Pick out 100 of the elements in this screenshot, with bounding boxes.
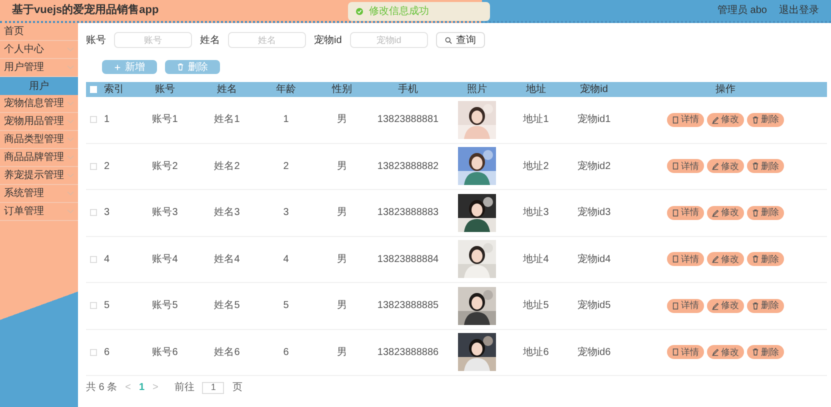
- table-cell-text: 姓名3: [213, 206, 241, 220]
- sidebar-item[interactable]: 订单管理: [0, 203, 78, 221]
- edit-button[interactable]: 修改: [707, 159, 744, 174]
- table-cell-text: 1: [282, 113, 290, 128]
- sidebar-item[interactable]: 商品类型管理: [0, 131, 78, 149]
- edit-button[interactable]: 修改: [707, 252, 744, 266]
- sidebar-item[interactable]: 商品品牌管理: [0, 149, 78, 167]
- edit-button[interactable]: 修改: [707, 345, 744, 360]
- plus-icon: [114, 64, 121, 70]
- table-cell-text: 账号3: [151, 206, 179, 220]
- pencil-icon: [712, 116, 719, 124]
- detail-button[interactable]: 详情: [667, 112, 704, 127]
- row-checkbox[interactable]: [90, 348, 97, 356]
- table-cell-text: 2: [104, 160, 111, 174]
- pencil-icon: [712, 348, 719, 356]
- delete-button[interactable]: 删除: [747, 298, 784, 313]
- table-cell-text: 地址3: [522, 206, 550, 220]
- table-cell-text: 男: [336, 299, 348, 314]
- delete-button[interactable]: 删除: [747, 159, 784, 174]
- table-cell-text: 账号1: [151, 112, 179, 128]
- table-cell-text: 宠物id3: [576, 206, 612, 220]
- select-all-checkbox[interactable]: [90, 86, 97, 93]
- table-cell-text: 姓名6: [213, 346, 241, 360]
- trash-icon: [752, 116, 759, 124]
- field-label: 宠物id: [314, 34, 342, 48]
- app-title: 基于vuejs的爱宠用品销售app: [12, 2, 159, 18]
- row-checkbox[interactable]: [90, 302, 97, 310]
- sidebar-subitem[interactable]: 用户: [0, 77, 78, 95]
- page-input[interactable]: 1: [202, 382, 224, 394]
- chevron-down-icon: [67, 137, 74, 142]
- delete-button[interactable]: 删除: [747, 112, 784, 127]
- goto-label: 前往: [174, 380, 194, 395]
- table-cell-text: 13823888884: [376, 252, 440, 267]
- field-label: 姓名: [200, 34, 220, 48]
- table-cell-text: 地址4: [522, 252, 550, 267]
- table-cell-text: 3: [104, 206, 111, 220]
- logout-link[interactable]: 退出登录: [779, 3, 819, 18]
- trash-icon: [752, 348, 759, 356]
- column-header: 性别: [330, 82, 353, 97]
- detail-button[interactable]: 详情: [667, 252, 704, 266]
- table-cell-text: 13823888885: [376, 299, 440, 314]
- delete-button[interactable]: 删除: [747, 252, 784, 266]
- table-cell-text: 账号6: [151, 346, 179, 360]
- table-cell-text: 5: [104, 299, 111, 314]
- chevron-down-icon: [67, 191, 74, 196]
- row-checkbox[interactable]: [90, 162, 97, 170]
- detail-button[interactable]: 详情: [667, 159, 704, 174]
- table-cell-text: 姓名4: [213, 252, 241, 267]
- row-checkbox[interactable]: [90, 256, 97, 263]
- table-cell-text: 4: [282, 252, 290, 267]
- edit-button[interactable]: 修改: [707, 298, 744, 313]
- sidebar-item[interactable]: 宠物用品管理: [0, 113, 78, 131]
- total-count: 共 6 条: [86, 380, 118, 395]
- detail-button[interactable]: 详情: [667, 206, 704, 220]
- search-field[interactable]: 宠物id: [350, 32, 428, 48]
- column-header: 索引: [104, 82, 125, 97]
- toast-message: 修改信息成功: [369, 4, 429, 19]
- table-cell-text: 男: [336, 346, 348, 360]
- document-icon: [672, 162, 679, 170]
- field-label: 账号: [86, 34, 106, 48]
- sidebar-item[interactable]: 系统管理: [0, 185, 78, 203]
- table-cell-text: 4: [104, 252, 111, 267]
- delete-button[interactable]: 删除: [747, 206, 784, 220]
- table-cell-text: 2: [282, 160, 290, 174]
- search-icon: [444, 36, 452, 44]
- chevron-down-icon: [67, 173, 74, 178]
- edit-button[interactable]: 修改: [707, 206, 744, 220]
- search-button[interactable]: 查询: [436, 32, 485, 48]
- table-cell-text: 姓名5: [213, 299, 241, 314]
- page-suffix: 页: [232, 381, 242, 395]
- sidebar-item[interactable]: 养宠提示管理: [0, 167, 78, 185]
- table-cell-text: 3: [282, 206, 290, 220]
- detail-button[interactable]: 详情: [667, 345, 704, 360]
- table-cell-text: 5: [282, 299, 290, 314]
- table-cell-text: 宠物id2: [576, 160, 612, 174]
- column-header: 年龄: [275, 82, 297, 97]
- page-number[interactable]: 1: [138, 380, 145, 395]
- delete-button[interactable]: 删除: [747, 345, 784, 360]
- chevron-down-icon: [67, 101, 74, 106]
- pencil-icon: [712, 302, 719, 310]
- table-cell-text: 6: [104, 346, 111, 360]
- check-circle-icon: [356, 8, 363, 15]
- row-checkbox[interactable]: [90, 209, 97, 216]
- column-header: 姓名: [216, 83, 238, 97]
- search-field[interactable]: 账号: [114, 32, 192, 48]
- sidebar-item[interactable]: 个人中心: [0, 41, 78, 59]
- sidebar-item[interactable]: 首页: [0, 23, 78, 41]
- table-cell-text: 13823888886: [376, 346, 440, 360]
- row-checkbox[interactable]: [90, 116, 97, 124]
- sidebar-item[interactable]: 用户管理: [0, 59, 78, 77]
- column-header: 照片: [466, 82, 488, 97]
- table-cell-text: 男: [336, 252, 348, 267]
- column-header: 宠物id: [579, 82, 609, 97]
- edit-button[interactable]: 修改: [707, 112, 744, 127]
- table-cell-text: 宠物id1: [576, 112, 612, 128]
- sidebar-item[interactable]: 宠物信息管理: [0, 95, 78, 113]
- detail-button[interactable]: 详情: [667, 298, 704, 313]
- search-field[interactable]: 姓名: [228, 32, 306, 48]
- trash-icon: [752, 162, 759, 170]
- trash-icon: [752, 208, 759, 217]
